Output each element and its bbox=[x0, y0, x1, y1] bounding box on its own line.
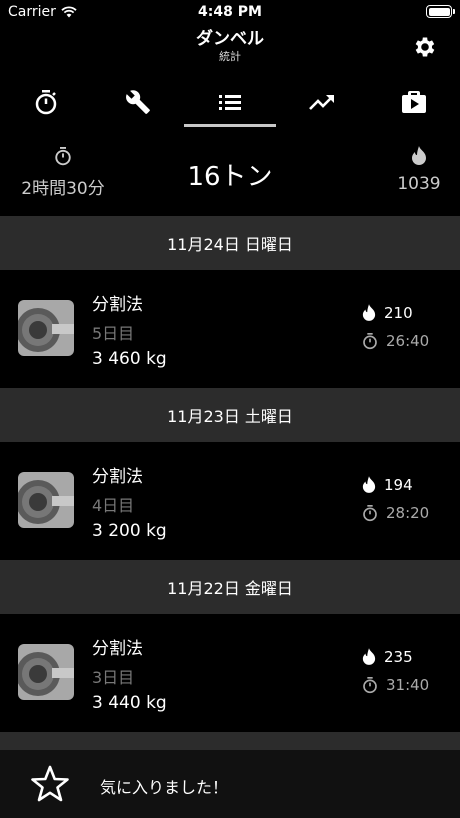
star-icon[interactable] bbox=[30, 764, 70, 804]
session-name: 分割法 bbox=[92, 295, 143, 315]
stopwatch-icon bbox=[35, 90, 57, 115]
session-day: 5日目 bbox=[92, 324, 135, 343]
tab-bar bbox=[0, 80, 460, 128]
tab-progress[interactable] bbox=[276, 80, 368, 124]
tab-history[interactable] bbox=[184, 80, 276, 124]
summary-total-weight: 16トン bbox=[187, 162, 273, 192]
dumbbell-thumbnail bbox=[18, 300, 74, 356]
section-header-date: 11月24日 日曜日 bbox=[0, 216, 460, 270]
session-day: 4日目 bbox=[92, 496, 135, 515]
session-duration-value: 28:20 bbox=[386, 504, 430, 522]
flame-icon bbox=[362, 476, 376, 493]
session-calories-value: 194 bbox=[384, 476, 413, 494]
list-icon bbox=[219, 95, 241, 110]
nav-title-block: ダンベル 統計 bbox=[0, 28, 460, 64]
list-item[interactable]: 分割法 4日目 3 200 kg 194 28:20 bbox=[0, 442, 460, 560]
status-time: 4:48 PM bbox=[198, 4, 262, 20]
stopwatch-icon bbox=[363, 505, 377, 522]
video-icon bbox=[402, 91, 426, 113]
session-calories-value: 210 bbox=[384, 304, 413, 322]
trend-icon bbox=[309, 95, 334, 110]
session-duration-value: 26:40 bbox=[386, 332, 430, 350]
session-calories-value: 235 bbox=[384, 648, 413, 666]
session-name: 分割法 bbox=[92, 467, 143, 487]
tab-timer[interactable] bbox=[0, 80, 92, 124]
summary-calories-value: 1039 bbox=[397, 174, 441, 194]
page-subtitle: 統計 bbox=[219, 50, 241, 63]
list-item[interactable]: 分割法 3日目 3 440 kg 235 31:40 bbox=[0, 614, 460, 732]
section-header-date: 11月22日 金曜日 bbox=[0, 560, 460, 614]
session-duration: 26:40 bbox=[362, 332, 429, 350]
session-duration-value: 31:40 bbox=[386, 676, 430, 694]
favorite-label: 気に入りました！ bbox=[100, 778, 229, 797]
wrench-icon bbox=[126, 90, 150, 114]
session-day: 3日目 bbox=[92, 668, 135, 687]
session-weight: 3 200 kg bbox=[92, 521, 167, 541]
session-weight: 3 460 kg bbox=[92, 349, 167, 369]
session-weight: 3 440 kg bbox=[92, 693, 167, 713]
stopwatch-icon bbox=[363, 333, 377, 350]
page-title: ダンベル bbox=[196, 29, 264, 49]
settings-button[interactable] bbox=[412, 34, 438, 60]
session-name: 分割法 bbox=[92, 639, 143, 659]
gear-icon bbox=[415, 37, 435, 57]
dumbbell-thumbnail bbox=[18, 644, 74, 700]
list-item[interactable]: 分割法 5日目 3 460 kg 210 26:40 bbox=[0, 270, 460, 388]
session-calories: 235 bbox=[362, 648, 413, 666]
session-calories: 194 bbox=[362, 476, 413, 494]
stopwatch-icon bbox=[363, 677, 377, 694]
section-header-date: 11月23日 土曜日 bbox=[0, 388, 460, 442]
section-divider bbox=[0, 732, 460, 750]
summary-bar: 2時間30分 16トン 1039 bbox=[0, 140, 460, 216]
dumbbell-thumbnail bbox=[18, 472, 74, 528]
flame-icon bbox=[412, 146, 426, 165]
battery-icon bbox=[426, 5, 455, 18]
tab-tools[interactable] bbox=[92, 80, 184, 124]
flame-icon bbox=[362, 648, 376, 665]
summary-calories: 1039 bbox=[394, 146, 444, 194]
favorite-bar[interactable]: 気に入りました！ bbox=[0, 750, 460, 818]
session-duration: 31:40 bbox=[362, 676, 429, 694]
tab-selection-indicator bbox=[184, 124, 276, 127]
tab-videos[interactable] bbox=[368, 80, 460, 124]
status-bar: Carrier 4:48 PM bbox=[0, 0, 460, 24]
flame-icon bbox=[362, 304, 376, 321]
session-duration: 28:20 bbox=[362, 504, 429, 522]
session-calories: 210 bbox=[362, 304, 413, 322]
